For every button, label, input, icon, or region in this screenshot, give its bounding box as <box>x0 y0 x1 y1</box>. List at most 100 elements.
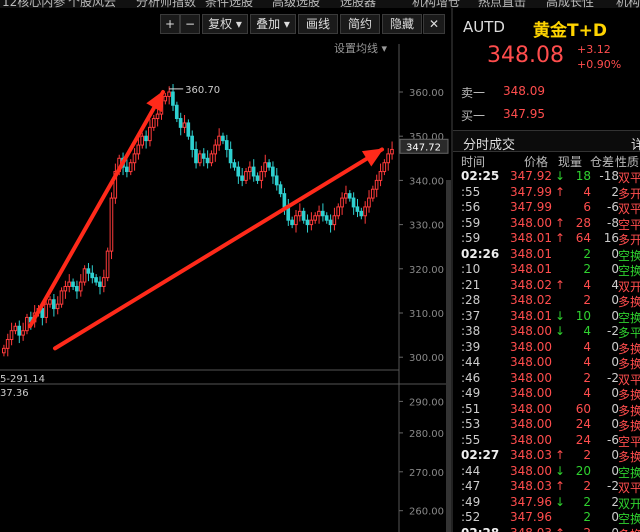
trade-row: :47 348.03 ↑ 2 -2 双平 <box>453 479 640 495</box>
candle-body <box>98 281 102 287</box>
candle-body <box>344 193 348 199</box>
trade-volume: 10 <box>575 308 591 323</box>
draw-line-button[interactable]: 画线 <box>298 14 338 34</box>
hide-button[interactable]: 隐藏 <box>382 14 422 34</box>
tab-detail[interactable]: 详 <box>631 134 640 153</box>
trade-nature: 空换 <box>618 465 640 480</box>
trade-nature: 多换 <box>618 357 640 371</box>
trade-oi-change: 0 <box>611 463 619 478</box>
axis-tick-label: 320.00 <box>409 265 444 276</box>
top-menu-item[interactable]: 热点直击 <box>478 0 526 8</box>
price-chart[interactable]: 360.00 350.00 340.00 330.00 320.00 310.00 300.… <box>0 8 451 532</box>
candle-body <box>48 299 52 305</box>
candle-body <box>355 206 360 212</box>
trade-row: :59 348.01 ↑ 64 16 多开 <box>453 231 640 247</box>
trades-list[interactable]: 02:25 347.92 ↓ 18 -18 双平:55 347.99 ↑ 4 2 多开:56 347.… <box>453 169 640 532</box>
trade-time: :55 <box>461 432 481 447</box>
candle-body <box>55 303 60 310</box>
trade-price: 348.00 <box>510 386 552 400</box>
trade-nature: 空换 <box>618 264 640 278</box>
trade-volume: 20 <box>575 463 591 478</box>
trade-nature: 双平 <box>618 171 640 185</box>
trade-price: 348.00 <box>510 339 552 354</box>
candle-body <box>382 162 387 173</box>
trade-direction-arrow: ↓ <box>555 169 566 183</box>
trade-volume: 24 <box>575 417 591 431</box>
trade-nature: 双平 <box>618 372 640 387</box>
trade-time: :38 <box>461 324 481 338</box>
trade-row: :59 348.00 ↑ 28 -8 空平 <box>453 216 640 232</box>
chevron-down-icon: ▾ <box>280 17 290 31</box>
moving-average-settings[interactable]: 设置均线 ▾ <box>334 40 387 56</box>
candle-body <box>340 197 344 208</box>
candle-body <box>94 277 98 283</box>
simple-mode-button[interactable]: 简约 <box>340 14 380 34</box>
candlestick-chart[interactable]: 360.00350.00340.00330.00320.00310.00300.… <box>0 8 451 532</box>
candle-body <box>167 91 171 97</box>
top-menu-item[interactable]: 个股风云 <box>68 0 116 8</box>
candle-body <box>21 330 25 336</box>
overlay-dropdown[interactable]: 叠加 ▾ <box>250 14 296 34</box>
candle-body <box>297 210 302 217</box>
top-menu-item[interactable]: 机构 <box>616 0 640 8</box>
top-menu-item[interactable]: 高级选股 <box>272 0 320 8</box>
candle-body <box>171 91 175 106</box>
trade-oi-change: -2 <box>607 324 619 338</box>
zoom-in-button[interactable]: + <box>160 14 180 34</box>
candle-body <box>228 148 233 164</box>
trade-oi-change: -2 <box>607 370 619 385</box>
candle-body <box>221 135 225 142</box>
candle-body <box>271 166 275 177</box>
candle-body <box>136 144 141 155</box>
trade-volume: 2 <box>583 494 591 509</box>
trade-nature: 多换 <box>618 388 640 402</box>
trade-price: 348.01 <box>510 246 552 261</box>
candle-body <box>190 135 194 150</box>
trade-row: :49 348.00 4 0 多换 <box>453 386 640 402</box>
trade-row: :46 348.00 2 -2 双平 <box>453 371 640 387</box>
trade-row: :10 348.01 2 0 空换 <box>453 262 640 278</box>
trade-price: 348.00 <box>510 215 552 230</box>
top-menu-bar: 12核心内参 个股风云 分析师指数 条件选股 高级选股 选股器 机构增仓 热点直击 高成长性 机构 <box>0 0 640 8</box>
trade-direction-arrow: ↓ <box>555 463 566 478</box>
top-menu-item[interactable]: 高成长性 <box>546 0 594 8</box>
trade-time: :59 <box>461 215 481 230</box>
candle-body <box>178 118 183 128</box>
candle-body <box>105 250 110 279</box>
trade-oi-change: 0 <box>611 401 619 416</box>
candle-body <box>247 166 252 173</box>
trades-section-tabs: 分时成交 详 <box>453 130 640 153</box>
candle-body <box>75 285 79 292</box>
close-icon[interactable]: ✕ <box>423 14 445 34</box>
top-menu-item[interactable]: 分析师指数 <box>136 0 196 8</box>
top-menu-item[interactable]: 机构增仓 <box>412 0 460 8</box>
candle-body <box>148 126 152 142</box>
symbol-code: AUTD <box>463 18 505 36</box>
trade-direction-arrow: ↑ <box>555 184 566 199</box>
candle-body <box>370 188 375 199</box>
candle-body <box>44 303 48 318</box>
trade-direction-arrow: ↑ <box>555 526 565 532</box>
trade-row: 02:26 348.01 2 0 空换 <box>453 247 640 263</box>
trade-price: 348.03 <box>510 448 552 462</box>
volume-note: 37.36 <box>0 388 29 399</box>
top-menu-item[interactable]: 条件选股 <box>205 0 253 8</box>
trade-nature: 多换 <box>618 419 640 433</box>
candle-body <box>359 210 364 217</box>
top-menu-item[interactable]: 12核心内参 <box>2 0 65 8</box>
zoom-out-button[interactable]: − <box>180 14 200 34</box>
trend-arrow-up-2 <box>53 147 384 351</box>
candle-body <box>274 175 279 186</box>
trade-time: :51 <box>461 401 481 416</box>
trade-oi-change: 0 <box>611 339 619 354</box>
chevron-down-icon: ▾ <box>232 17 242 31</box>
candle-body <box>390 148 394 155</box>
trade-row: 02:27 348.03 ↑ 2 0 多换 <box>453 448 640 464</box>
trade-nature: 多开 <box>618 233 640 247</box>
last-price: 348.08 <box>487 43 564 68</box>
change-percent: +0.90% <box>577 58 622 71</box>
trade-time: 02:26 <box>461 246 500 261</box>
restore-rights-dropdown[interactable]: 复权 ▾ <box>202 14 248 34</box>
top-menu-item[interactable]: 选股器 <box>340 0 376 8</box>
tab-tick-trades[interactable]: 分时成交 <box>463 134 515 153</box>
